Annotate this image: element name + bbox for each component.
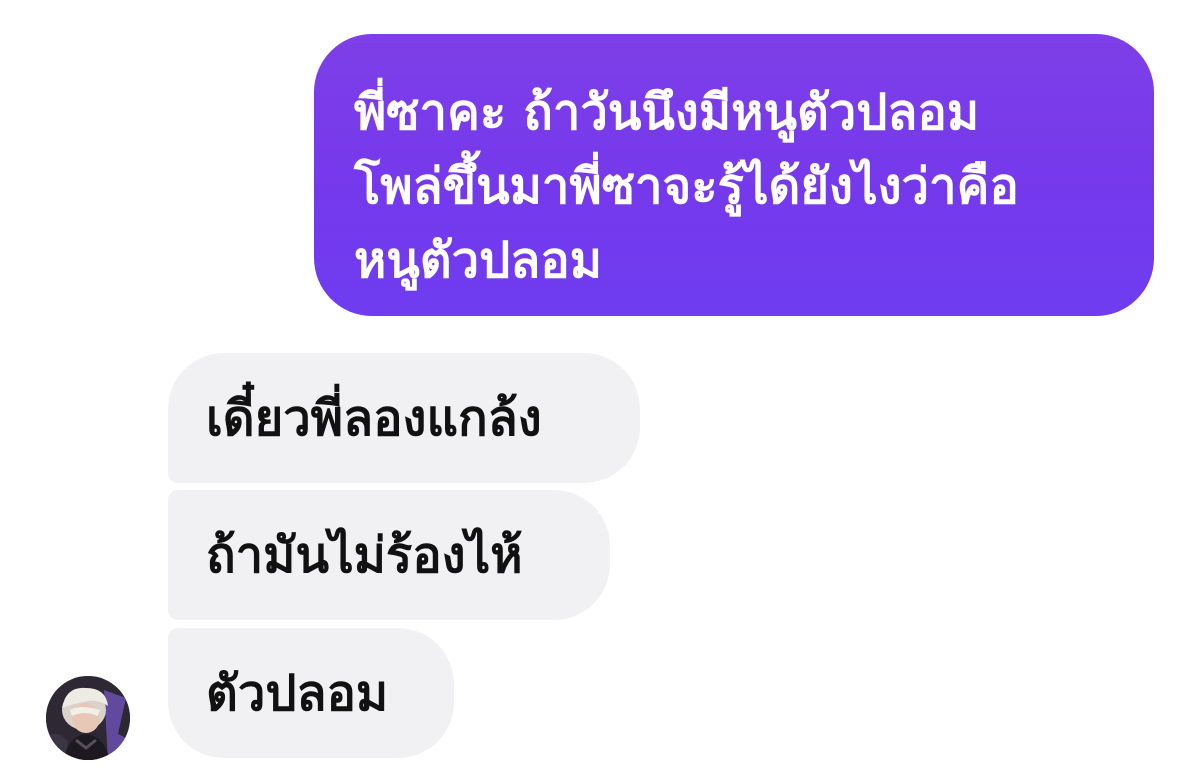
received-message-bubble[interactable]: เดี๋ยวพี่ลองแกล้ง	[168, 353, 640, 483]
received-message-text: ตัวปลอม	[206, 665, 389, 722]
received-message-text: ถ้ามันไม่ร้องไห้	[206, 527, 523, 584]
sent-message-text: พี่ซาคะ ถ้าวันนึงมีหนูตัวปลอม โพล่ขึ้นมา…	[354, 84, 1019, 289]
avatar-photo-icon	[46, 676, 130, 760]
received-message-text: เดี๋ยวพี่ลองแกล้ง	[206, 390, 542, 447]
received-message-bubble[interactable]: ถ้ามันไม่ร้องไห้	[168, 490, 610, 620]
received-message-bubble[interactable]: ตัวปลอม	[168, 628, 454, 758]
contact-avatar[interactable]	[46, 676, 130, 760]
sent-message-bubble[interactable]: พี่ซาคะ ถ้าวันนึงมีหนูตัวปลอม โพล่ขึ้นมา…	[314, 34, 1154, 316]
